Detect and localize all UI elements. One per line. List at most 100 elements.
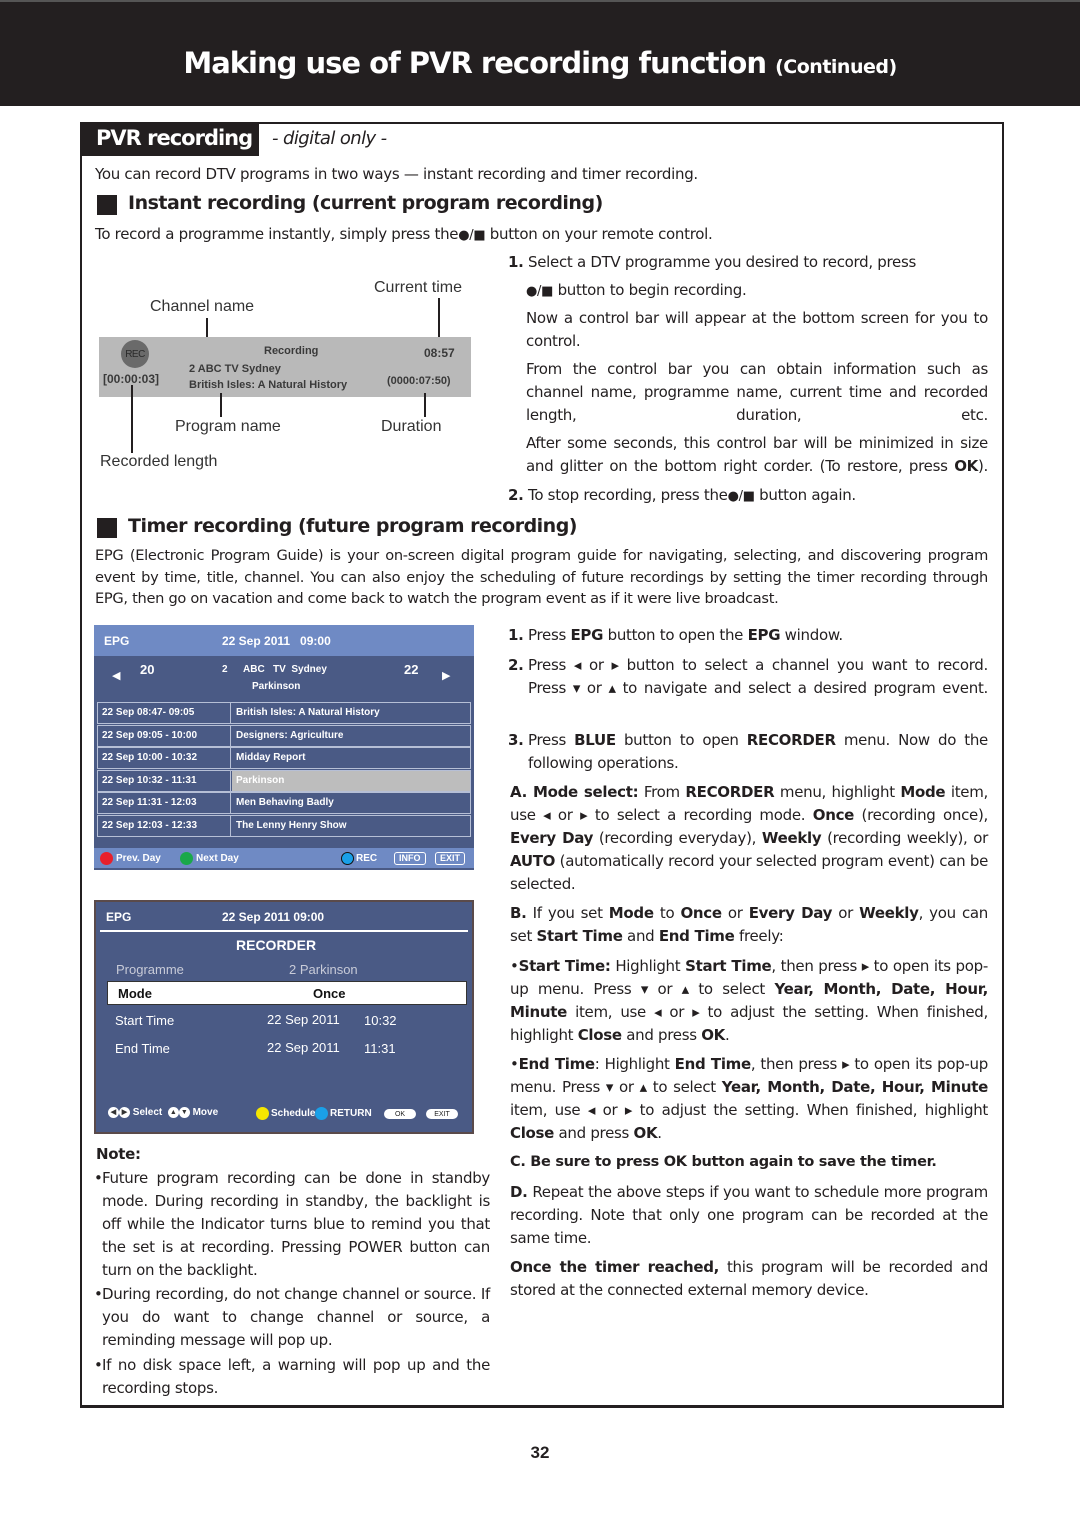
divider — [100, 930, 468, 932]
next-day-label[interactable]: Next Day — [196, 853, 239, 864]
step-text: Highlight — [610, 957, 686, 975]
bar-duration: (0000:07:50) — [387, 375, 451, 387]
return-hint[interactable]: RETURN — [330, 1108, 372, 1119]
blue-button-icon — [315, 1107, 328, 1120]
epg-datetime: 22 Sep 2011 09:00 — [222, 634, 331, 648]
para-text: After some seconds, this control bar wil… — [526, 434, 988, 475]
step-text: (recording everyday), — [593, 829, 762, 847]
move-hint: Move — [192, 1107, 219, 1119]
mode-row[interactable]: Mode Once — [107, 981, 467, 1005]
step-label: B. — [510, 904, 527, 922]
red-button-icon — [100, 852, 113, 865]
step-bold: Every Day — [748, 904, 833, 922]
bar-channel: 2 ABC TV Sydney — [189, 363, 281, 375]
epg-program-row[interactable]: 22 Sep 11:31 - 12:03 Men Behaving Badly — [97, 792, 471, 814]
timer-step-3: 3. Press BLUE button to open RECORDER me… — [508, 729, 988, 775]
instant-heading: Instant recording (current program recor… — [128, 192, 603, 214]
step-bold: RECORDER — [685, 783, 775, 801]
step-bold: EPG — [747, 626, 781, 644]
epg-screen: EPG 22 Sep 2011 09:00 ◀ 20 2 ABC TV Sydn… — [94, 625, 474, 870]
step-bold: Once — [812, 806, 855, 824]
program-title: Midday Report — [236, 752, 306, 763]
next-channel-arrow-icon[interactable]: ▶ — [442, 669, 450, 682]
program-title: Parkinson — [232, 770, 470, 791]
end-date[interactable]: 22 Sep 2011 — [267, 1040, 340, 1055]
note-item: • If no disk space left, a warning will p… — [94, 1354, 490, 1400]
epg-title: EPG — [104, 634, 130, 648]
step-number: 2. — [508, 656, 524, 674]
end-time[interactable]: 11:31 — [364, 1041, 396, 1056]
epg-program-row[interactable]: 22 Sep 08:47- 09:05 British Isles: A Natu… — [97, 702, 471, 724]
rec-badge: REC — [121, 340, 149, 368]
step-bold: RECORDER — [746, 731, 836, 749]
yellow-button-icon — [256, 1107, 269, 1120]
step-number: 1. — [508, 253, 524, 271]
recorder-title: RECORDER — [236, 937, 317, 953]
step-bold: OK — [701, 1026, 726, 1044]
timer-final: Once the timer reached, this program wil… — [510, 1256, 988, 1302]
program-time: 22 Sep 12:03 - 12:33 — [98, 815, 231, 836]
step-text: From — [638, 783, 686, 801]
epg-program-row[interactable]: 22 Sep 09:05 - 10:00 Designers: Agricultu… — [97, 724, 471, 747]
page-title: Making use of PVR recording function (Co… — [0, 46, 1080, 80]
step-text: (recording weekly), or — [821, 829, 988, 847]
start-time[interactable]: 10:32 — [364, 1013, 397, 1028]
recorder-screen: EPG 22 Sep 2011 09:00 RECORDER Programme… — [94, 900, 474, 1134]
step-text: button to open — [615, 731, 747, 749]
epg-program-row[interactable]: 22 Sep 10:00 - 10:32 Midday Report — [97, 747, 471, 769]
page-title-text: Making use of PVR recording function — [183, 46, 767, 80]
label-current-time: Current time — [374, 279, 463, 296]
step-bold: Every Day — [510, 829, 594, 847]
mode-value[interactable]: Once — [313, 986, 346, 1001]
instant-para-3: After some seconds, this control bar wil… — [526, 432, 988, 478]
end-time-label[interactable]: End Time — [115, 1041, 170, 1056]
para-text: ). — [977, 457, 988, 475]
next-channel[interactable]: 22 — [404, 662, 418, 677]
section-tag: PVR recording — [82, 124, 259, 156]
note-title: Note: — [96, 1145, 141, 1163]
start-time-label[interactable]: Start Time — [115, 1013, 174, 1028]
schedule-hint[interactable]: Schedule — [271, 1108, 315, 1119]
ok-button[interactable]: OK — [384, 1109, 416, 1119]
timer-intro: EPG (Electronic Program Guide) is your o… — [95, 547, 988, 607]
step-text: to — [653, 904, 681, 922]
timer-step-B: B. If you set Mode to Once or Every Day … — [510, 902, 988, 948]
step-text: . — [657, 1124, 662, 1142]
note-item: • Future program recording can be done in… — [94, 1167, 490, 1282]
rec-label[interactable]: REC — [356, 853, 377, 864]
prev-day-label[interactable]: Prev. Day — [116, 853, 161, 864]
end-time-instructions: •End Time: Highlight End Time, then pres… — [510, 1055, 988, 1142]
step-bold: Weekly — [761, 829, 822, 847]
start-date[interactable]: 22 Sep 2011 — [267, 1012, 340, 1027]
program-title: Designers: Agriculture — [236, 729, 344, 741]
epg-program-row[interactable]: 22 Sep 12:03 - 12:33 The Lenny Henry Show — [97, 814, 471, 837]
program-title: Men Behaving Badly — [236, 797, 334, 808]
step-text: or — [832, 904, 860, 922]
epg-footer: Prev. Day Next Day REC INFO EXIT — [94, 848, 474, 868]
step-text: (recording once), — [854, 806, 989, 824]
step-text: button again. — [759, 486, 856, 504]
epg-program-row[interactable]: 22 Sep 10:32 - 11:31 Parkinson — [97, 769, 471, 792]
section-subtitle: - digital only - — [272, 128, 387, 149]
note-item: • During recording, do not change channel… — [94, 1283, 490, 1352]
step-text: . — [725, 1026, 730, 1044]
current-program: Parkinson — [252, 681, 301, 692]
label-recorded-length: Recorded length — [100, 453, 218, 470]
step-text: menu, highlight — [774, 783, 901, 801]
exit-button[interactable]: EXIT — [426, 1109, 458, 1119]
step-number: 1. — [508, 626, 524, 644]
prev-channel-arrow-icon[interactable]: ◀ — [112, 669, 120, 682]
step-text: item, use ◂ or ▸ to adjust the setting. … — [510, 1101, 988, 1119]
callout-line — [424, 393, 426, 417]
programme-label: Programme — [116, 962, 184, 977]
prev-channel[interactable]: 20 — [140, 662, 154, 677]
step-bold: Close — [577, 1026, 622, 1044]
step-bold: EPG — [570, 626, 604, 644]
step-bold: End Time — [674, 1055, 752, 1073]
info-button[interactable]: INFO — [394, 852, 426, 865]
bar-program: British Isles: A Natural History — [189, 379, 348, 391]
program-time: 22 Sep 11:31 - 12:03 — [98, 793, 231, 813]
recorder-footer: ◀ ▶ Select ▲ ▼ Move — [108, 1107, 218, 1118]
exit-button[interactable]: EXIT — [435, 852, 466, 865]
step-text: and — [622, 927, 659, 945]
